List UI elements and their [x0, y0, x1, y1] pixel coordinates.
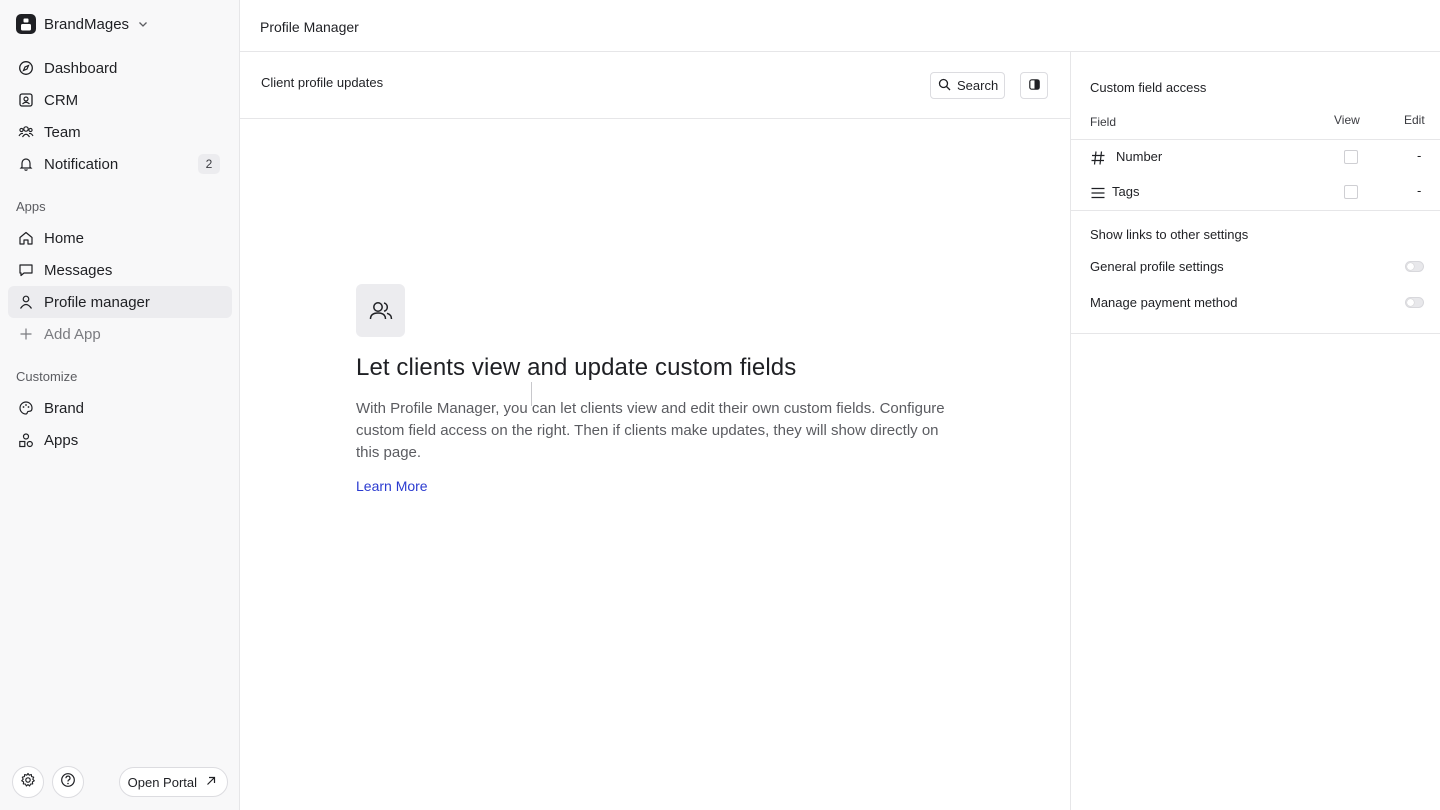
- bell-icon: [18, 156, 34, 172]
- gear-icon: [20, 772, 36, 793]
- home-icon: [18, 230, 34, 246]
- edit-value: -: [1417, 148, 1422, 163]
- edit-value: -: [1417, 183, 1422, 198]
- page-header: Profile Manager: [240, 0, 1440, 52]
- search-label: Search: [957, 78, 999, 93]
- sidebar-item-label: Dashboard: [44, 59, 118, 77]
- shapes-icon: [18, 432, 34, 448]
- sidebar-item-label: Messages: [44, 261, 113, 279]
- palette-icon: [18, 400, 34, 416]
- page-title: Profile Manager: [260, 19, 359, 35]
- setting-label: Manage payment method: [1090, 295, 1238, 310]
- sidebar-item-profile-manager[interactable]: Profile manager: [8, 286, 232, 318]
- workspace-logo-icon: [16, 14, 36, 34]
- sidebar-item-label: Profile manager: [44, 293, 150, 311]
- help-icon: [60, 772, 76, 793]
- setting-row-general-profile: General profile settings: [1090, 258, 1424, 278]
- sidebar-footer: Open Portal: [12, 766, 228, 798]
- toggle-knob: [1407, 263, 1414, 270]
- search-button[interactable]: Search: [930, 72, 1005, 99]
- column-header-field: Field: [1090, 115, 1117, 129]
- crm-icon: [18, 92, 34, 108]
- column-header-edit: Edit: [1404, 113, 1425, 127]
- customize-section-label: Customize: [16, 369, 78, 384]
- field-name: Number: [1116, 149, 1163, 164]
- notification-count-badge: 2: [198, 154, 220, 174]
- sidebar-item-label: Home: [44, 229, 85, 247]
- open-portal-button[interactable]: Open Portal: [118, 767, 228, 797]
- user-icon: [18, 294, 34, 310]
- custom-field-access-panel: Custom field access Field View Edit Numb…: [1071, 52, 1440, 810]
- field-name: Tags: [1112, 184, 1140, 199]
- main-toolbar: Client profile updates Search: [240, 52, 1070, 119]
- toggle-panel-button[interactable]: [1020, 72, 1048, 99]
- links-section-title: Show links to other settings: [1090, 227, 1249, 242]
- sidebar-item-label: Add App: [44, 325, 101, 343]
- sidebar-item-apps[interactable]: Apps: [8, 424, 232, 456]
- sidebar-item-label: Team: [44, 123, 81, 141]
- sidebar-item-dashboard[interactable]: Dashboard: [8, 52, 232, 84]
- toggle-knob: [1407, 299, 1414, 306]
- apps-section-label: Apps: [16, 199, 46, 214]
- workspace-name: BrandMages: [44, 15, 130, 33]
- empty-state-body: With Profile Manager, you can let client…: [356, 400, 945, 461]
- section-title: Client profile updates: [261, 75, 384, 90]
- apps-nav: Home Messages Profile manager Add App: [8, 222, 232, 350]
- sidebar-item-label: CRM: [44, 91, 79, 109]
- workspace-switcher[interactable]: BrandMages: [16, 12, 151, 36]
- messages-icon: [18, 262, 34, 278]
- hash-icon: [1089, 149, 1107, 167]
- plus-icon: [18, 326, 34, 342]
- view-checkbox[interactable]: [1344, 185, 1358, 199]
- sidebar: BrandMages Dashboard CRM Team Notificati…: [0, 0, 240, 810]
- sidebar-item-team[interactable]: Team: [8, 116, 232, 148]
- learn-more-link[interactable]: Learn More: [356, 478, 428, 494]
- customize-nav: Brand Apps: [8, 392, 232, 456]
- list-icon: [1089, 184, 1107, 202]
- chevron-down-icon: [137, 17, 151, 31]
- settings-button[interactable]: [12, 766, 44, 798]
- empty-state: Let clients view and update custom field…: [356, 284, 956, 496]
- open-portal-label: Open Portal: [127, 774, 197, 790]
- column-header-view: View: [1334, 113, 1360, 127]
- sidebar-item-label: Notification: [44, 155, 119, 173]
- field-row: Number -: [1071, 140, 1440, 175]
- sidebar-item-label: Apps: [44, 431, 79, 449]
- sidebar-item-add-app[interactable]: Add App: [8, 318, 232, 350]
- panel-toggle-icon: [1028, 77, 1040, 95]
- field-row: Tags -: [1071, 175, 1440, 210]
- sidebar-item-notification[interactable]: Notification 2: [8, 148, 232, 180]
- setting-row-payment-method: Manage payment method: [1090, 294, 1424, 314]
- dashboard-icon: [18, 60, 34, 76]
- general-profile-settings-toggle[interactable]: [1405, 261, 1424, 272]
- sidebar-item-label: Brand: [44, 399, 85, 417]
- divider: [1071, 210, 1440, 211]
- divider: [1071, 333, 1440, 334]
- help-button[interactable]: [52, 766, 84, 798]
- sidebar-item-messages[interactable]: Messages: [8, 254, 232, 286]
- team-icon: [18, 124, 34, 140]
- view-checkbox[interactable]: [1344, 150, 1358, 164]
- main-content: Client profile updates Search Let client…: [240, 52, 1071, 810]
- search-icon: [938, 78, 951, 94]
- main-nav: Dashboard CRM Team Notification 2: [8, 52, 232, 180]
- manage-payment-method-toggle[interactable]: [1405, 297, 1424, 308]
- text-cursor: [531, 382, 532, 406]
- panel-title: Custom field access: [1090, 80, 1207, 95]
- setting-label: General profile settings: [1090, 259, 1224, 274]
- sidebar-item-brand[interactable]: Brand: [8, 392, 232, 424]
- users-icon: [356, 284, 405, 337]
- external-link-icon: [205, 775, 217, 790]
- sidebar-item-home[interactable]: Home: [8, 222, 232, 254]
- sidebar-item-crm[interactable]: CRM: [8, 84, 232, 116]
- empty-state-heading: Let clients view and update custom field…: [356, 354, 797, 381]
